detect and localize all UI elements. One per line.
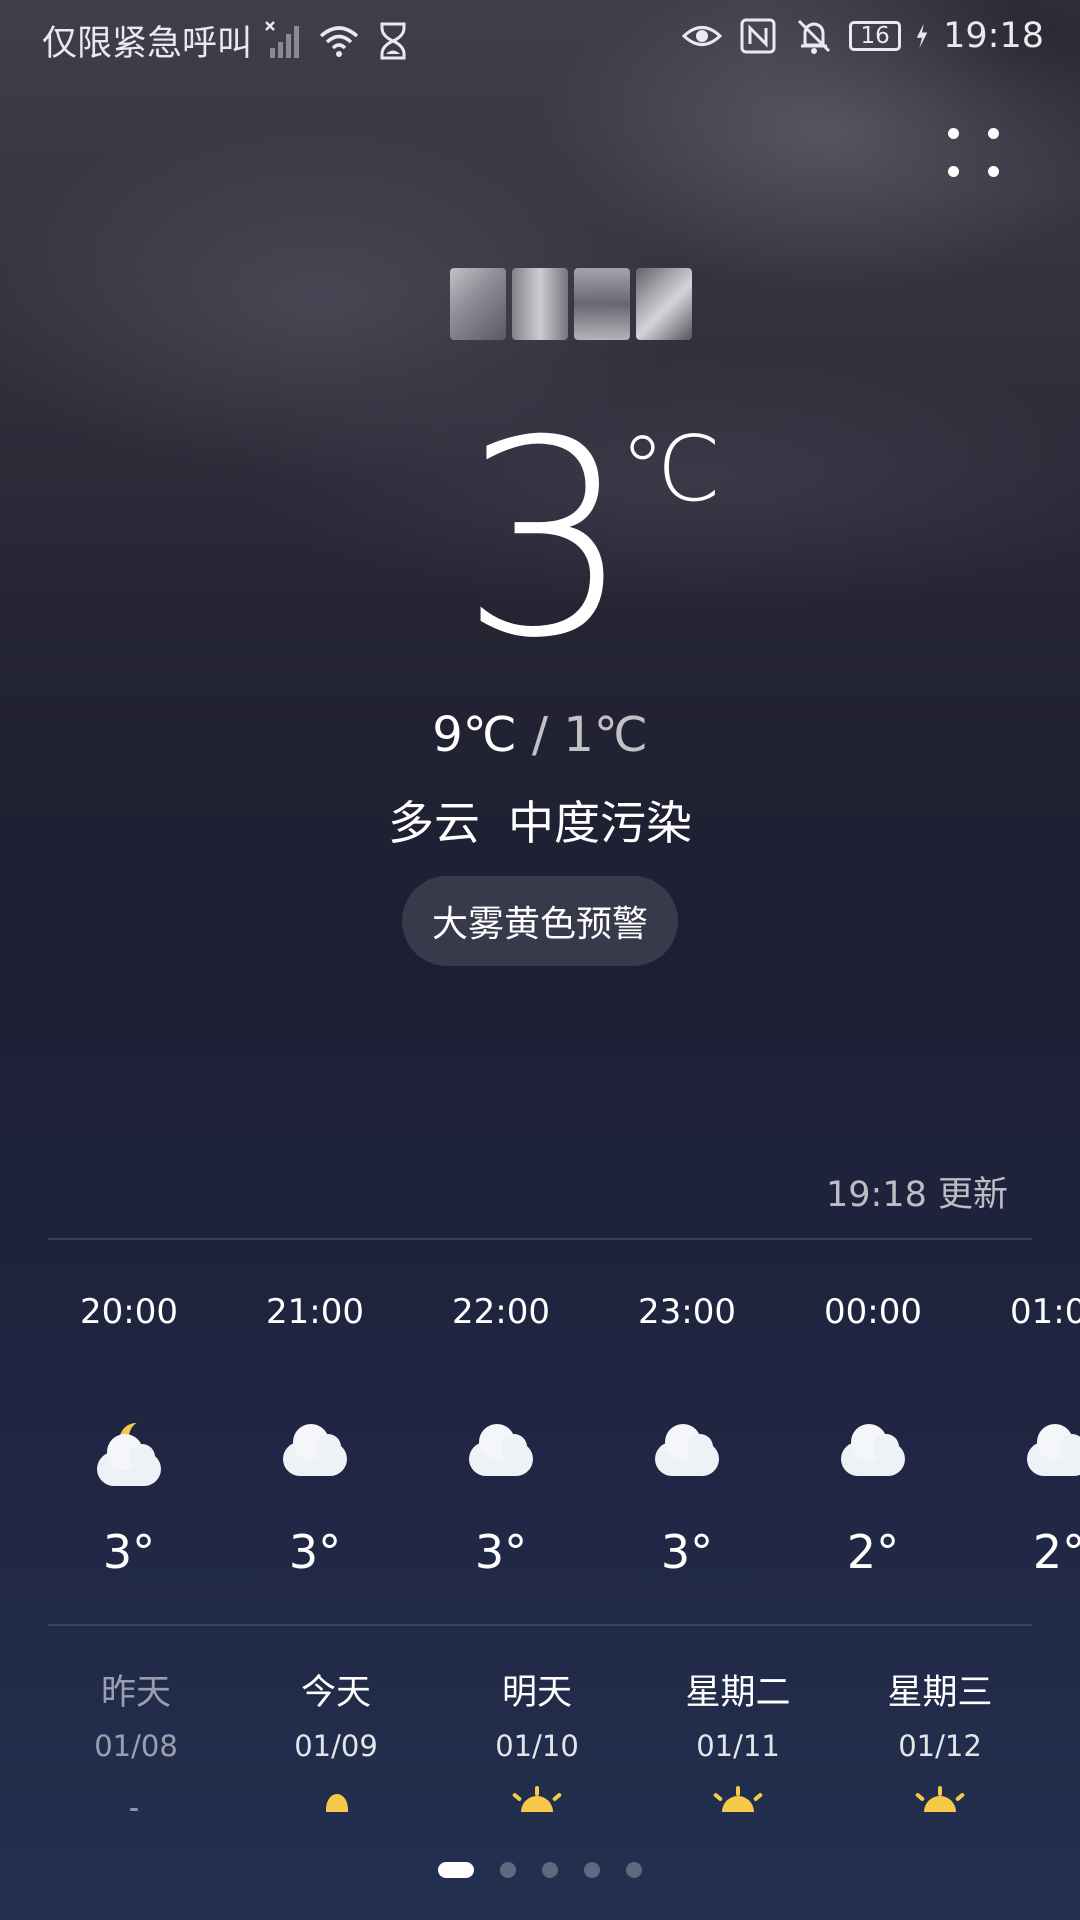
- sun-icon: [708, 1786, 768, 1812]
- city-pixel-block: [574, 268, 630, 340]
- sun-icon: [507, 1786, 567, 1812]
- battery-icon: 16: [849, 21, 902, 51]
- moon-icon: [306, 1786, 366, 1812]
- hourglass-icon: [380, 22, 406, 59]
- bell-off-icon: [798, 19, 831, 54]
- cloud-icon: [649, 1420, 725, 1490]
- day-name: 昨天: [100, 1673, 171, 1713]
- air-quality: 中度污染: [508, 796, 692, 850]
- hourly-item: 00:00 2°: [780, 1286, 966, 1582]
- current-temperature: 3: [460, 382, 632, 697]
- nfc-icon: [740, 18, 776, 54]
- high-low-temperature: 9℃ / 1℃: [0, 705, 1080, 765]
- day-date: 01/09: [294, 1729, 378, 1763]
- city-pixel-block: [450, 268, 506, 340]
- page-dot[interactable]: [500, 1862, 516, 1878]
- daily-item[interactable]: 明天 01/10: [452, 1668, 622, 1812]
- cloud-icon: [835, 1420, 911, 1490]
- hour-time: 22:00: [452, 1292, 550, 1332]
- page-dot[interactable]: [438, 1862, 474, 1878]
- city-pixel-block: [636, 268, 692, 340]
- menu-button[interactable]: [948, 128, 1004, 184]
- status-time: 19:18: [943, 16, 1044, 56]
- city-pixel-block: [512, 268, 568, 340]
- sun-icon: [910, 1786, 970, 1812]
- day-name: 星期三: [887, 1673, 993, 1713]
- hour-temperature: 3°: [102, 1525, 156, 1579]
- day-name: 星期二: [685, 1673, 791, 1713]
- hourly-item: 23:00 3°: [594, 1286, 780, 1582]
- update-time: 19:18 更新: [826, 1175, 1008, 1215]
- day-date: 01/10: [495, 1729, 579, 1763]
- weather-alert-label: 大雾黄色预警: [431, 904, 648, 945]
- hour-time: 23:00: [638, 1292, 736, 1332]
- day-date: 01/08: [94, 1729, 178, 1763]
- hour-temperature: 3°: [660, 1525, 714, 1579]
- hour-temperature: 3°: [288, 1525, 342, 1579]
- weather-condition-line: 多云 中度污染: [0, 793, 1080, 853]
- hourly-item-clipped: 01:00 2°: [966, 1286, 1080, 1586]
- day-date: 01/11: [696, 1729, 780, 1763]
- eye-icon: [681, 26, 723, 46]
- cloud-moon-icon: [91, 1420, 167, 1490]
- high-temperature: 9℃: [432, 707, 517, 763]
- hour-time: 21:00: [266, 1292, 364, 1332]
- charging-icon: [916, 23, 928, 49]
- temperature-unit: ℃: [620, 417, 722, 522]
- daily-item[interactable]: 今天 01/09: [251, 1668, 421, 1812]
- daily-item[interactable]: 星期三 01/12: [855, 1668, 1025, 1812]
- hour-time: 20:00: [80, 1292, 178, 1332]
- partial-icon: [106, 1786, 166, 1812]
- hourly-item: 20:00 3°: [36, 1286, 222, 1582]
- hour-temperature: 2°: [1032, 1525, 1080, 1579]
- wifi-icon: [319, 25, 359, 57]
- status-bar: 仅限紧急呼叫 16 19:18: [0, 0, 1080, 76]
- hourly-item: 21:00 3°: [222, 1286, 408, 1582]
- day-date: 01/12: [898, 1729, 982, 1763]
- page-dot[interactable]: [584, 1862, 600, 1878]
- city-name-pixelated[interactable]: [450, 268, 705, 340]
- hour-temperature: 3°: [474, 1525, 528, 1579]
- page-indicator[interactable]: [0, 1862, 1080, 1878]
- menu-dot-icon: [988, 128, 999, 139]
- weather-alert-button[interactable]: 大雾黄色预警: [402, 876, 678, 966]
- hourly-item: 01:00 2°: [966, 1286, 1080, 1582]
- low-temperature: 1℃: [563, 707, 648, 763]
- menu-dot-icon: [948, 128, 959, 139]
- temperature-separator: /: [531, 707, 549, 763]
- page-dot[interactable]: [542, 1862, 558, 1878]
- cloud-icon: [1021, 1420, 1080, 1490]
- divider: [48, 1624, 1032, 1626]
- weather-condition: 多云: [388, 796, 480, 850]
- cloud-icon: [277, 1420, 353, 1490]
- page-dot[interactable]: [626, 1862, 642, 1878]
- hour-time: 00:00: [824, 1292, 922, 1332]
- divider: [48, 1238, 1032, 1240]
- hour-time: 01:00: [1010, 1292, 1080, 1332]
- daily-item[interactable]: 星期二 01/11: [653, 1668, 823, 1812]
- day-name: 今天: [300, 1673, 371, 1713]
- cloud-icon: [463, 1420, 539, 1490]
- no-signal-icon: [265, 20, 300, 58]
- menu-dot-icon: [948, 166, 959, 177]
- carrier-text: 仅限紧急呼叫: [42, 24, 253, 64]
- hourly-item: 22:00 3°: [408, 1286, 594, 1582]
- hour-temperature: 2°: [846, 1525, 900, 1579]
- daily-item[interactable]: 昨天 01/08: [51, 1668, 221, 1812]
- day-name: 明天: [501, 1673, 572, 1713]
- menu-dot-icon: [988, 166, 999, 177]
